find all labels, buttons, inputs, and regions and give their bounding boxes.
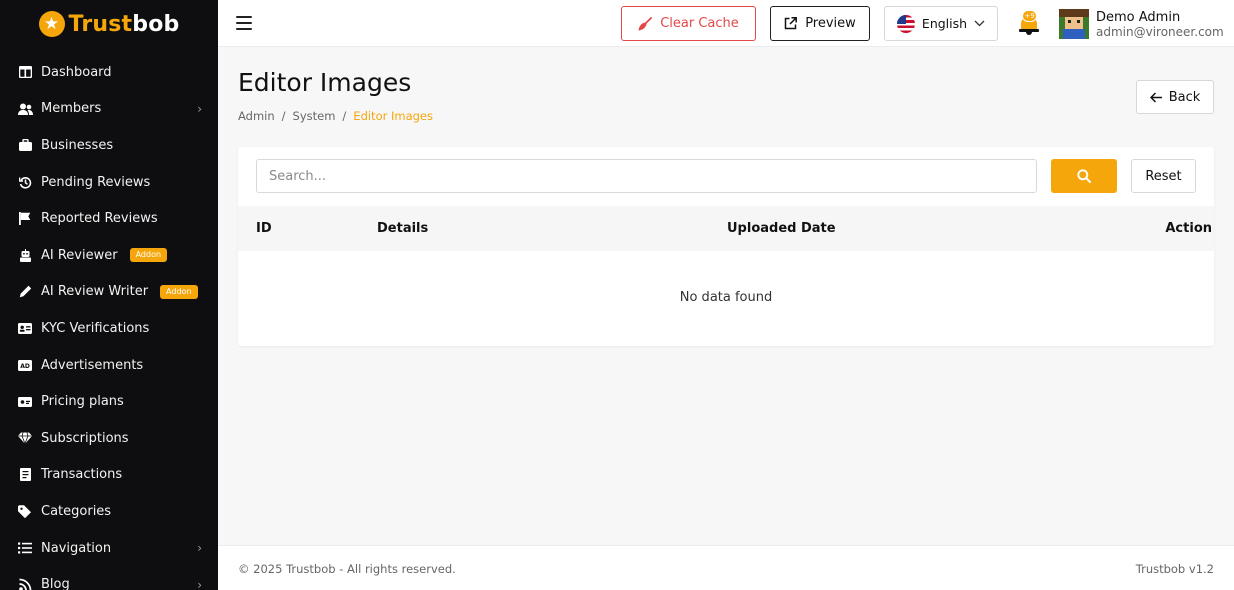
arrow-left-icon (1149, 91, 1162, 103)
flag-icon (17, 211, 33, 227)
search-input[interactable] (256, 159, 1037, 193)
sidebar-item-ai-review-writer[interactable]: AI Review Writer Addon (0, 274, 218, 311)
back-button[interactable]: Back (1136, 80, 1214, 114)
top-bar: Clear Cache Preview English +9 Demo Admi… (218, 0, 1234, 47)
breadcrumb-admin[interactable]: Admin (238, 109, 275, 123)
sidebar-item-label: Reported Reviews (41, 211, 158, 227)
sidebar-item-label: Categories (41, 503, 112, 519)
column-header-action: Action (1165, 221, 1212, 236)
sidebar-item-label: Pending Reviews (41, 174, 151, 190)
reset-button[interactable]: Reset (1131, 159, 1196, 193)
sidebar-item-label: Subscriptions (41, 430, 129, 446)
search-button[interactable] (1051, 159, 1117, 193)
sidebar-item-ai-reviewer[interactable]: AI Reviewer Addon (0, 237, 218, 274)
sidebar-item-categories[interactable]: Categories (0, 493, 218, 530)
sidebar-item-pricing-plans[interactable]: Pricing plans (0, 383, 218, 420)
column-header-details[interactable]: Details (377, 221, 428, 236)
sidebar-item-pending-reviews[interactable]: Pending Reviews (0, 164, 218, 201)
sidebar-item-label: KYC Verifications (41, 320, 150, 336)
gem-icon (17, 430, 33, 446)
sidebar-item-label: Businesses (41, 137, 114, 153)
dashboard-icon (17, 64, 33, 80)
sidebar-item-reported-reviews[interactable]: Reported Reviews (0, 200, 218, 237)
svg-text:AD: AD (20, 363, 30, 370)
clear-cache-button[interactable]: Clear Cache (621, 6, 756, 41)
column-header-id[interactable]: ID (256, 221, 272, 236)
preview-label: Preview (805, 16, 856, 31)
sidebar-item-label: Navigation (41, 540, 112, 556)
sidebar-item-label: AI Reviewer (41, 247, 118, 263)
chevron-right-icon: › (197, 577, 202, 590)
tags-icon (17, 503, 33, 519)
history-icon (17, 174, 33, 190)
sidebar-item-label: Dashboard (41, 64, 112, 80)
sidebar-item-businesses[interactable]: Businesses (0, 127, 218, 164)
sidebar-item-blog[interactable]: Blog › (0, 566, 218, 590)
chevron-down-icon (974, 20, 985, 27)
sidebar-item-label: Members (41, 101, 102, 117)
empty-state-message: No data found (679, 290, 773, 305)
breadcrumb-separator: / (281, 109, 286, 123)
briefcase-icon (17, 137, 33, 153)
us-flag-icon (896, 14, 915, 33)
clear-cache-label: Clear Cache (660, 16, 739, 31)
pen-icon (17, 284, 33, 300)
users-icon (17, 101, 33, 117)
user-name[interactable]: Demo Admin (1096, 10, 1180, 25)
sidebar-item-label: Transactions (41, 467, 123, 483)
breadcrumb-separator: / (342, 109, 347, 123)
page-title: Editor Images (238, 68, 412, 97)
breadcrumb: Admin / System / Editor Images (238, 109, 433, 123)
sidebar-item-kyc-verifications[interactable]: KYC Verifications (0, 310, 218, 347)
notification-count-badge: +9 (1022, 10, 1037, 22)
footer-version: Trustbob v1.2 (1135, 562, 1214, 576)
chevron-right-icon: › (197, 541, 202, 556)
sidebar-item-dashboard[interactable]: Dashboard (0, 54, 218, 91)
footer-copyright: © 2025 Trustbob - All rights reserved. (238, 562, 456, 576)
money-icon (17, 394, 33, 410)
sidebar-menu: Dashboard Members › Businesses Pending R… (0, 54, 218, 590)
table-header: ID Details Uploaded Date Action (238, 206, 1214, 251)
sidebar-item-label: Pricing plans (41, 394, 124, 410)
sidebar-item-label: AI Review Writer (41, 284, 149, 300)
breadcrumb-current: Editor Images (353, 109, 433, 123)
language-label: English (921, 16, 968, 31)
external-link-icon (784, 17, 798, 30)
footer: © 2025 Trustbob - All rights reserved. T… (218, 545, 1234, 590)
editor-images-card: Reset ID Details Uploaded Date Action No… (238, 147, 1214, 346)
brand-logo[interactable]: ★ Trustbob (0, 0, 218, 48)
list-icon (17, 540, 33, 556)
sidebar-item-label: Blog (41, 577, 70, 590)
column-header-uploaded-date[interactable]: Uploaded Date (727, 221, 836, 236)
sidebar-item-transactions[interactable]: Transactions (0, 457, 218, 494)
sidebar-item-label: Advertisements (41, 357, 144, 373)
receipt-icon (17, 467, 33, 483)
rss-icon (17, 577, 33, 590)
breadcrumb-system[interactable]: System (293, 109, 336, 123)
id-card-icon (17, 320, 33, 336)
sidebar-item-navigation[interactable]: Navigation › (0, 530, 218, 567)
preview-button[interactable]: Preview (770, 6, 870, 41)
ad-icon: AD (17, 357, 33, 373)
menu-toggle-icon[interactable] (236, 14, 252, 32)
avatar[interactable] (1059, 9, 1089, 39)
user-email: admin@vironeer.com (1096, 25, 1224, 39)
chevron-right-icon: › (197, 101, 202, 116)
sidebar-item-members[interactable]: Members › (0, 91, 218, 128)
addon-badge: Addon (129, 248, 168, 263)
star-icon: ★ (38, 11, 65, 37)
sidebar: ★ Trustbob Dashboard Members › Businesse… (0, 0, 218, 590)
brand-name: Trustbob (68, 11, 180, 37)
notification-bell-icon[interactable]: +9 (1018, 10, 1040, 36)
language-select[interactable]: English (884, 6, 998, 41)
broom-icon (638, 16, 653, 30)
sidebar-item-advertisements[interactable]: AD Advertisements (0, 347, 218, 384)
robot-icon (17, 247, 33, 263)
back-label: Back (1168, 89, 1201, 105)
addon-badge: Addon (160, 284, 198, 299)
sidebar-item-subscriptions[interactable]: Subscriptions (0, 420, 218, 457)
search-icon (1077, 169, 1091, 183)
